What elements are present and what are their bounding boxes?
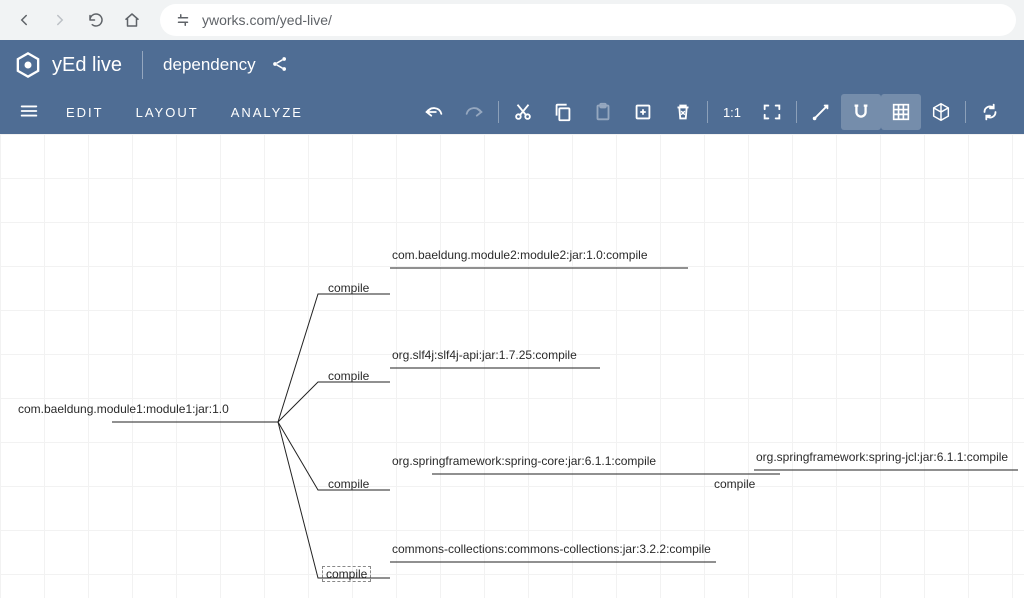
- fit-button[interactable]: [752, 94, 792, 130]
- delete-button[interactable]: [663, 94, 703, 130]
- document-title[interactable]: dependency: [163, 55, 256, 75]
- edge-label-1[interactable]: compile: [326, 281, 371, 295]
- menu-edit[interactable]: EDIT: [50, 105, 120, 120]
- node-module2[interactable]: com.baeldung.module2:module2:jar:1.0:com…: [392, 248, 648, 262]
- url-text: yworks.com/yed-live/: [202, 12, 332, 28]
- back-button[interactable]: [8, 4, 40, 36]
- node-root[interactable]: com.baeldung.module1:module1:jar:1.0: [18, 402, 229, 416]
- edge-label-5[interactable]: compile: [712, 477, 757, 491]
- sync-button[interactable]: [970, 94, 1010, 130]
- node-spring-core[interactable]: org.springframework:spring-core:jar:6.1.…: [392, 454, 656, 468]
- forward-button[interactable]: [44, 4, 76, 36]
- add-button[interactable]: [623, 94, 663, 130]
- app-logo[interactable]: yEd live: [14, 51, 122, 79]
- edge-label-3[interactable]: compile: [326, 477, 371, 491]
- menu-button[interactable]: [14, 100, 50, 125]
- graph-canvas[interactable]: com.baeldung.module1:module1:jar:1.0 com…: [0, 134, 1024, 598]
- copy-button[interactable]: [543, 94, 583, 130]
- cut-button[interactable]: [503, 94, 543, 130]
- share-icon[interactable]: [270, 54, 290, 77]
- node-spring-jcl[interactable]: org.springframework:spring-jcl:jar:6.1.1…: [756, 450, 1008, 464]
- app-name: yEd live: [52, 54, 122, 77]
- 3d-button[interactable]: [921, 94, 961, 130]
- toolbar: EDIT LAYOUT ANALYZE 1:1: [0, 90, 1024, 134]
- divider: [142, 51, 143, 79]
- edge-label-4[interactable]: compile: [322, 566, 371, 582]
- redo-button[interactable]: [454, 94, 494, 130]
- app-header: yEd live dependency: [0, 40, 1024, 90]
- snap-button[interactable]: [841, 94, 881, 130]
- browser-toolbar: yworks.com/yed-live/: [0, 0, 1024, 40]
- paste-button[interactable]: [583, 94, 623, 130]
- undo-button[interactable]: [414, 94, 454, 130]
- menu-layout[interactable]: LAYOUT: [120, 105, 215, 120]
- node-slf4j[interactable]: org.slf4j:slf4j-api:jar:1.7.25:compile: [392, 348, 577, 362]
- reload-button[interactable]: [80, 4, 112, 36]
- edge-label-2[interactable]: compile: [326, 369, 371, 383]
- grid-button[interactable]: [881, 94, 921, 130]
- menu-analyze[interactable]: ANALYZE: [215, 105, 319, 120]
- zoom-reset-button[interactable]: 1:1: [712, 94, 752, 130]
- edge-tool[interactable]: [801, 94, 841, 130]
- home-button[interactable]: [116, 4, 148, 36]
- address-bar[interactable]: yworks.com/yed-live/: [160, 4, 1016, 36]
- node-commons[interactable]: commons-collections:commons-collections:…: [392, 542, 711, 556]
- site-settings-icon: [174, 11, 192, 29]
